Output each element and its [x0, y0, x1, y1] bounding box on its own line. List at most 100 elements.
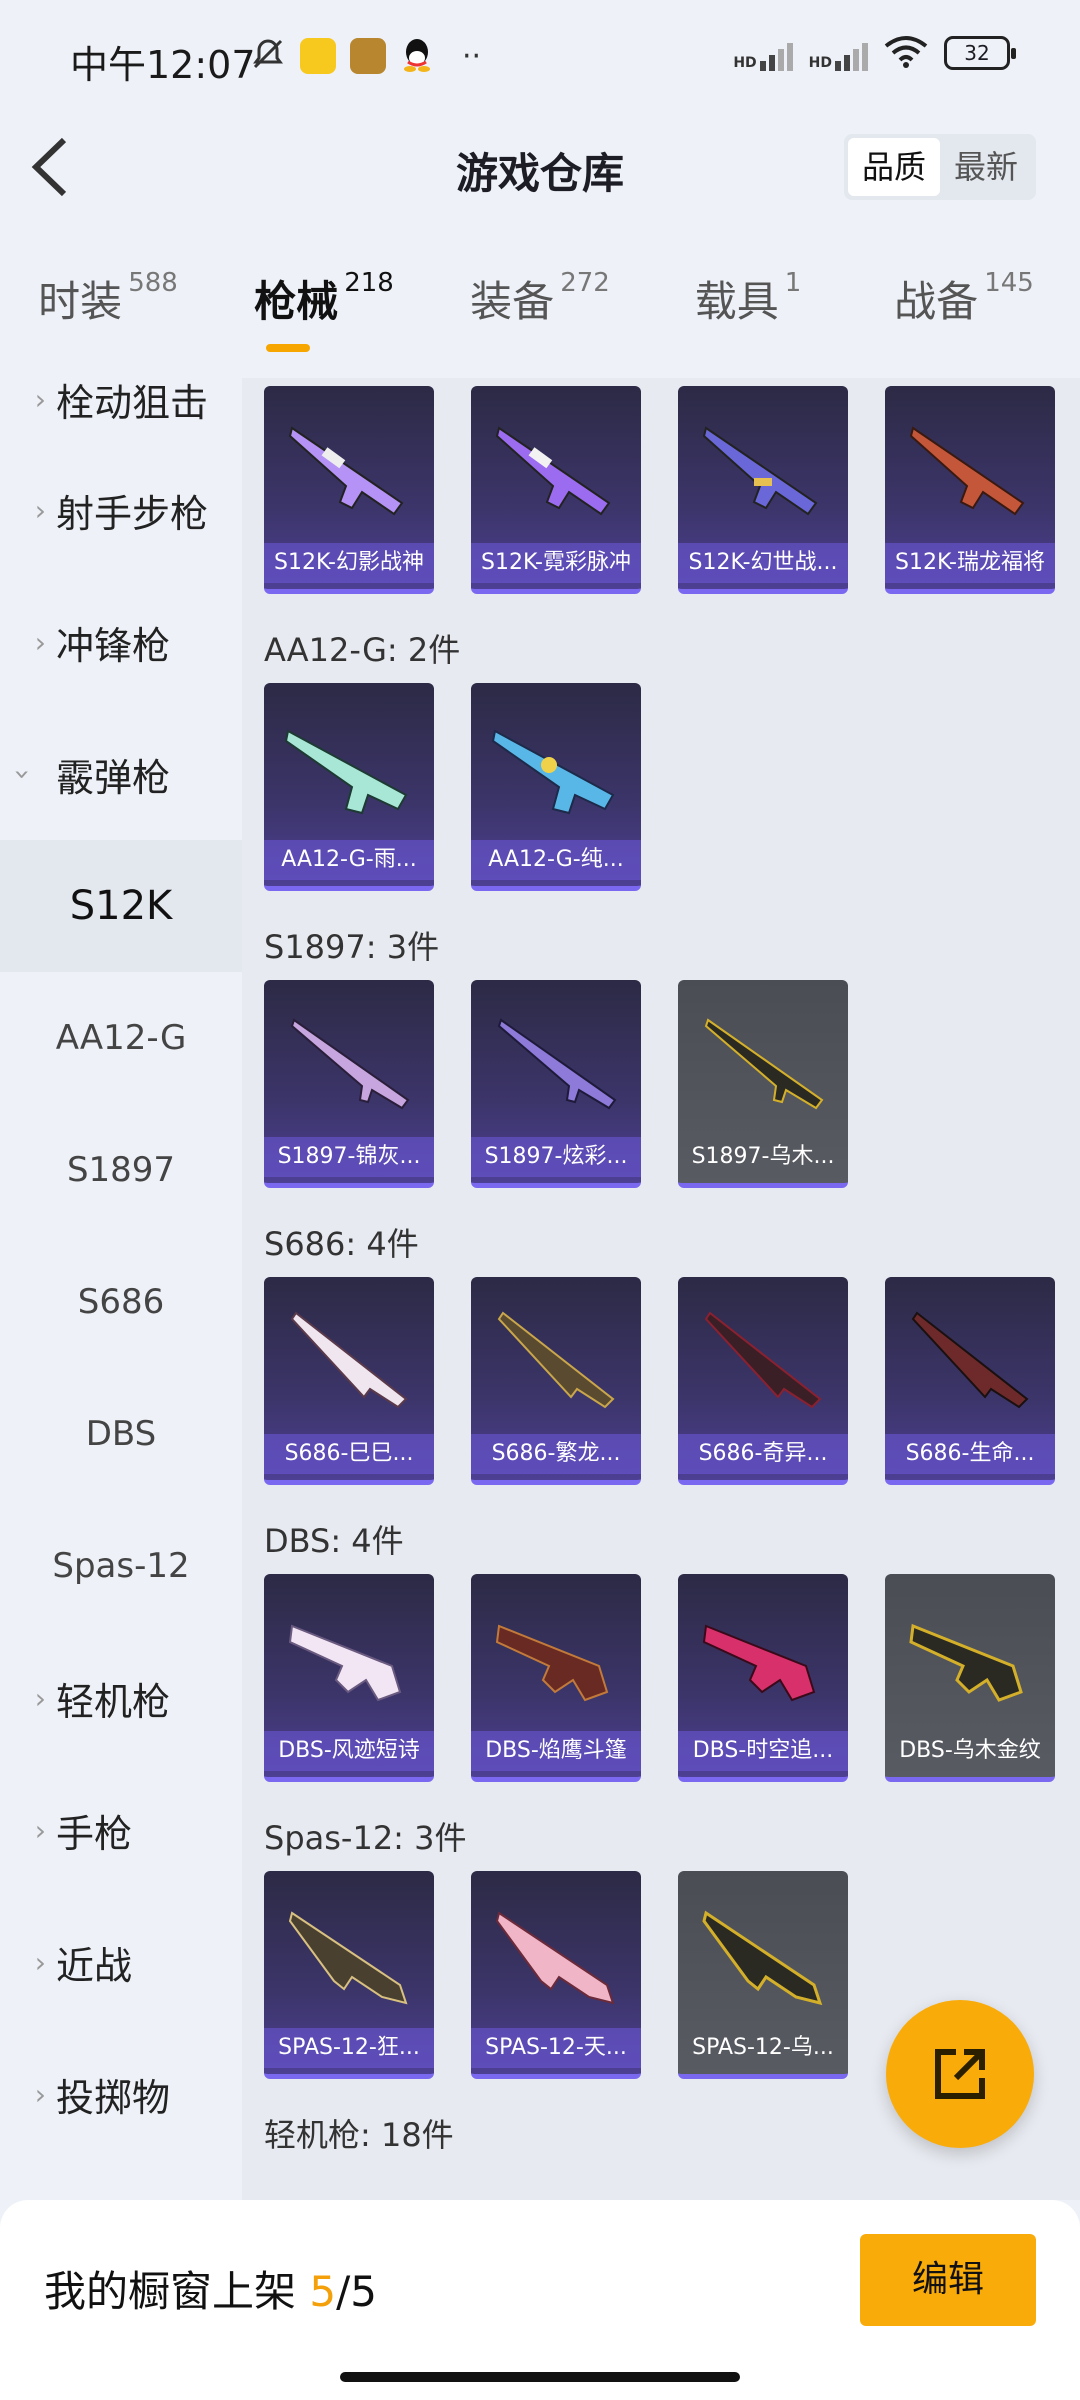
weapon-card[interactable]: S1897-锦灰...	[264, 980, 434, 1188]
card-name: S1897-乌木...	[691, 1144, 835, 1169]
sidebar-item-label: 投掷物	[56, 2075, 171, 2120]
active-tab-indicator	[266, 344, 310, 352]
weapon-card[interactable]: S686-奇异...	[678, 1277, 848, 1485]
weapon-card[interactable]: S12K-霓彩脉冲	[471, 386, 641, 594]
tab-tactical[interactable]: 战备 145	[848, 268, 1080, 358]
app-notification-icon	[300, 38, 336, 74]
weapon-card[interactable]: S12K-幻世战...	[678, 386, 848, 594]
weapon-card[interactable]: AA12-G-纯...	[471, 683, 641, 891]
weapon-card[interactable]: DBS-风迹短诗	[264, 1574, 434, 1782]
item-grid-s686: S686-巳巳... S686-繁龙... S686-奇异... S686-生命…	[242, 1277, 1080, 1508]
edit-button[interactable]: 编辑	[860, 2234, 1036, 2326]
shotgun-icon	[288, 1624, 402, 1702]
sidebar-item-label: 轻机枪	[56, 1679, 171, 1724]
sidebar-sub-s1897[interactable]: S1897	[0, 1104, 242, 1236]
sidebar-sub-spas12[interactable]: Spas-12	[0, 1500, 242, 1632]
rifle-icon	[491, 729, 615, 815]
tab-label: 载具	[694, 277, 779, 326]
sidebar-item-label: 冲锋枪	[56, 623, 171, 668]
home-indicator[interactable]	[340, 2372, 740, 2382]
shotgun-icon	[495, 1624, 609, 1702]
shotgun-icon	[288, 426, 404, 516]
game-notification-icon	[350, 38, 386, 74]
weapon-category-sidebar: › 栓动狙击 › 射手步枪 › 冲锋枪 › 霰弹枪 S12K AA12-G S1897 …	[0, 378, 242, 2200]
tab-equipment[interactable]: 装备 272	[432, 268, 648, 358]
group-title-dbs: DBS: 4件	[264, 1522, 404, 1560]
weapon-card[interactable]: AA12-G-雨...	[264, 683, 434, 891]
more-notifications-icon: ··	[462, 38, 482, 74]
card-name: S686-繁龙...	[471, 1434, 641, 1474]
chevron-right-icon: ›	[34, 493, 46, 527]
sidebar-item-melee[interactable]: › 近战	[0, 1896, 242, 2028]
item-grid-dbs: DBS-风迹短诗 DBS-焰鹰斗篷 DBS-时空追... DBS-乌木金纹	[242, 1574, 1080, 1805]
shotgun-icon	[290, 1018, 410, 1110]
sidebar-item-label: 近战	[56, 1943, 133, 1988]
sort-quality-button[interactable]: 品质	[848, 138, 940, 196]
weapon-card[interactable]: S1897-乌木...	[678, 980, 848, 1188]
chevron-right-icon: ›	[34, 382, 46, 416]
sidebar-item-lmg[interactable]: › 轻机枪	[0, 1632, 242, 1764]
sidebar-item-throwable[interactable]: › 投掷物	[0, 2028, 242, 2160]
tab-count: 272	[560, 268, 610, 298]
card-name: AA12-G-纯...	[471, 840, 641, 880]
tab-guns[interactable]: 枪械 218	[216, 268, 432, 358]
chevron-right-icon: ›	[34, 625, 46, 659]
shotgun-icon	[495, 1911, 615, 2005]
sidebar-item-smg[interactable]: › 冲锋枪	[0, 576, 242, 708]
card-name: DBS-乌木金纹	[899, 1738, 1041, 1763]
showcase-current: 5	[309, 2267, 337, 2316]
shotgun-icon	[702, 1910, 823, 2006]
sidebar-sub-dbs[interactable]: DBS	[0, 1368, 242, 1500]
chevron-right-icon: ›	[34, 1813, 46, 1847]
tab-outfits[interactable]: 时装 588	[0, 268, 216, 358]
item-grid-aa12g: AA12-G-雨... AA12-G-纯...	[242, 683, 1080, 914]
shotgun-icon	[290, 1311, 408, 1409]
weapon-card[interactable]: S12K-瑞龙福将	[885, 386, 1055, 594]
shotgun-icon	[704, 1018, 824, 1110]
sidebar-item-label: 霰弹枪	[56, 755, 171, 800]
shotgun-icon	[704, 1311, 822, 1409]
tab-count: 218	[344, 268, 394, 298]
network-label-2: HD	[808, 55, 832, 71]
share-button[interactable]	[886, 2000, 1034, 2148]
shotgun-icon	[909, 426, 1025, 516]
card-name: SPAS-12-天...	[471, 2028, 641, 2068]
weapon-card[interactable]: DBS-时空追...	[678, 1574, 848, 1782]
weapon-card[interactable]: S686-生命...	[885, 1277, 1055, 1485]
weapon-card[interactable]: S686-巳巳...	[264, 1277, 434, 1485]
weapon-card[interactable]: S1897-炫彩...	[471, 980, 641, 1188]
group-title-aa12g: AA12-G: 2件	[264, 631, 461, 669]
chevron-down-icon: ›	[6, 768, 40, 780]
battery-icon: 32	[944, 36, 1016, 70]
tab-label: 战备	[894, 277, 979, 326]
sidebar-item-marksman[interactable]: › 射手步枪	[0, 444, 242, 576]
tab-count: 588	[128, 268, 178, 298]
sidebar-sub-s686[interactable]: S686	[0, 1236, 242, 1368]
card-name: SPAS-12-乌...	[692, 2035, 834, 2060]
sort-latest-button[interactable]: 最新	[940, 138, 1032, 196]
sidebar-item-sniper[interactable]: › 栓动狙击	[0, 354, 242, 444]
wifi-icon	[884, 34, 928, 72]
weapon-card[interactable]: DBS-乌木金纹	[885, 1574, 1055, 1782]
sidebar-sub-aa12g[interactable]: AA12-G	[0, 972, 242, 1104]
shotgun-icon	[495, 426, 611, 516]
weapon-card[interactable]: SPAS-12-天...	[471, 1871, 641, 2079]
sidebar-item-shotgun[interactable]: › 霰弹枪	[0, 708, 242, 840]
card-name: S12K-幻影战神	[264, 543, 434, 583]
chevron-right-icon: ›	[34, 1681, 46, 1715]
weapon-card[interactable]: S686-繁龙...	[471, 1277, 641, 1485]
sidebar-item-pistol[interactable]: › 手枪	[0, 1764, 242, 1896]
qq-icon	[400, 36, 434, 76]
share-icon	[935, 2049, 985, 2099]
sidebar-sub-s12k[interactable]: S12K	[0, 840, 242, 972]
group-title-spas12: Spas-12: 3件	[264, 1819, 467, 1857]
weapon-card[interactable]: S12K-幻影战神	[264, 386, 434, 594]
weapon-card[interactable]: SPAS-12-狂...	[264, 1871, 434, 2079]
signal-icon-2: HD	[809, 35, 868, 71]
sort-toggle: 品质 最新	[844, 134, 1036, 200]
weapon-card[interactable]: SPAS-12-乌...	[678, 1871, 848, 2079]
sidebar-item-label: 射手步枪	[56, 491, 209, 536]
shotgun-icon	[497, 1311, 615, 1409]
tab-vehicles[interactable]: 载具 1	[648, 268, 848, 358]
weapon-card[interactable]: DBS-焰鹰斗篷	[471, 1574, 641, 1782]
